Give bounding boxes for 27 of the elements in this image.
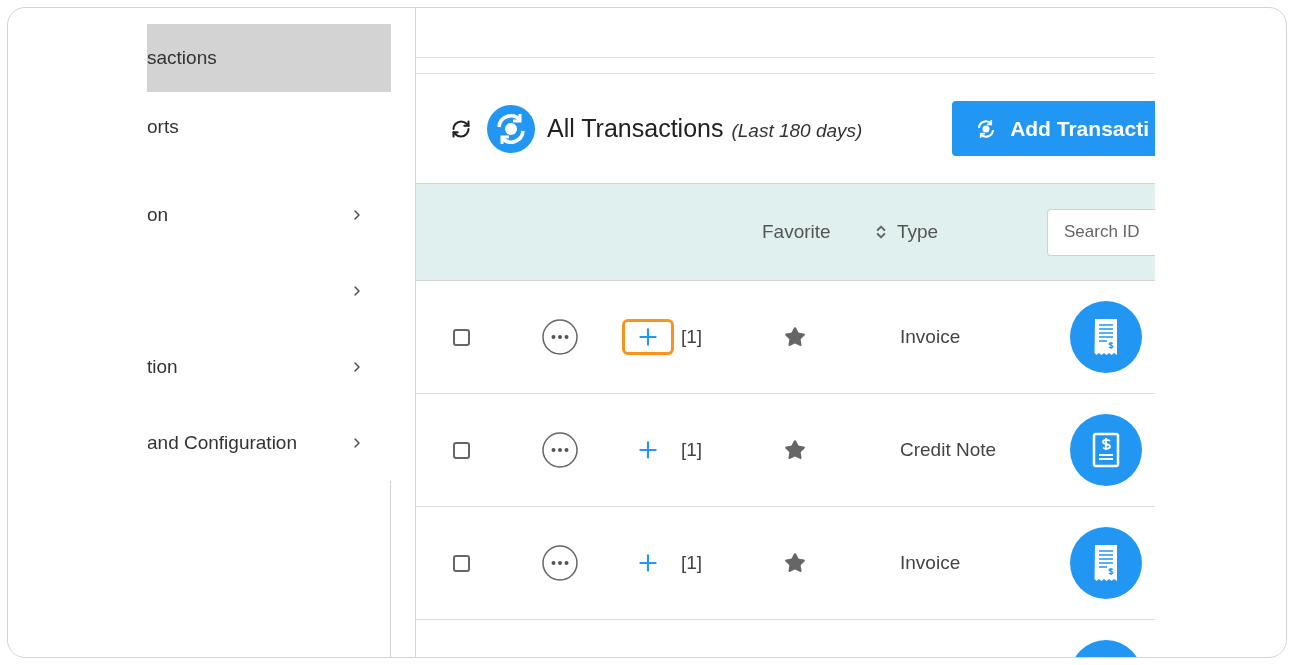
expand-button[interactable]: [621, 319, 674, 355]
document-icon: [1070, 414, 1142, 486]
checkbox[interactable]: [452, 441, 470, 459]
count-text: [1]: [681, 550, 704, 575]
column-header[interactable]: Type: [897, 217, 939, 247]
star-icon[interactable]: [784, 326, 806, 348]
star-icon[interactable]: [784, 439, 806, 461]
type-text: Credit Note: [900, 437, 998, 462]
receipt-icon: [1070, 527, 1142, 599]
checkbox[interactable]: [452, 554, 470, 572]
column-header[interactable]: Favorite: [762, 217, 852, 247]
receipt-icon: [1070, 301, 1142, 373]
checkbox[interactable]: [452, 328, 470, 346]
type-text: Invoice: [900, 324, 962, 349]
sidebar-item[interactable]: sactions: [147, 24, 391, 92]
page-title: All Transactions: [547, 112, 724, 144]
transactions-logo-icon: [487, 104, 535, 153]
count-text: [1]: [681, 437, 704, 462]
refresh-icon[interactable]: [451, 118, 471, 139]
type-text: Invoice: [900, 550, 962, 575]
search-field[interactable]: Search ID: [1047, 208, 1155, 256]
more-icon[interactable]: [542, 432, 578, 468]
more-icon[interactable]: [542, 319, 578, 355]
star-icon[interactable]: [784, 552, 806, 574]
page-subtitle: (Last 180 days): [731, 119, 863, 144]
count-text: [1]: [681, 324, 704, 349]
more-icon[interactable]: [542, 545, 578, 581]
